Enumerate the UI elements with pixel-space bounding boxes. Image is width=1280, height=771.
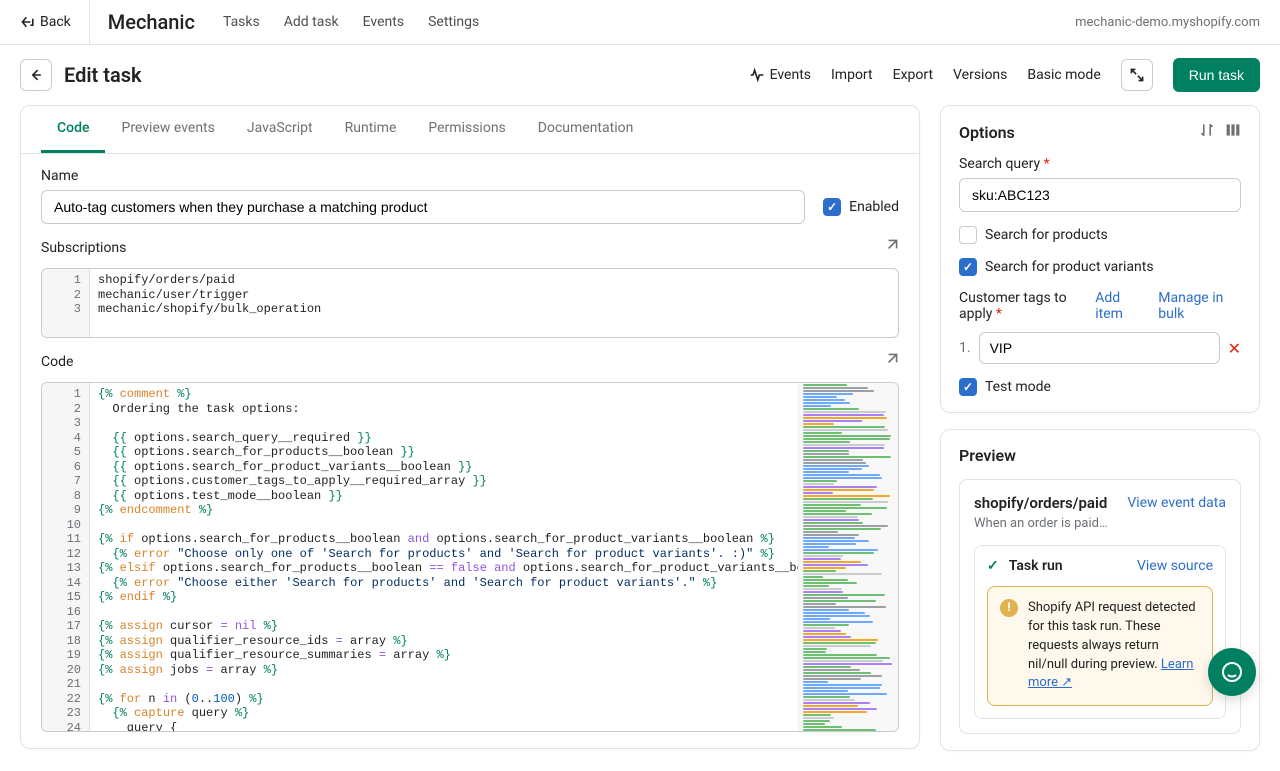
top-nav: Tasks Add task Events Settings — [223, 14, 479, 30]
chat-icon — [1220, 660, 1244, 684]
tag-num: 1. — [959, 340, 971, 356]
expand-icon — [1129, 67, 1145, 83]
tab-documentation[interactable]: Documentation — [522, 106, 650, 153]
nav-add-task[interactable]: Add task — [284, 14, 339, 30]
view-event-data-link[interactable]: View event data — [1127, 495, 1226, 511]
main-column: Code Preview events JavaScript Runtime P… — [20, 105, 920, 751]
search-query-field: Search query * — [959, 156, 1241, 212]
events-link[interactable]: Events — [749, 67, 811, 83]
task-run-label: Task run — [1009, 558, 1063, 574]
tab-preview-events[interactable]: Preview events — [105, 106, 230, 153]
test-mode-label: Test mode — [985, 379, 1051, 395]
columns-icon[interactable] — [1225, 122, 1241, 142]
brand-name: Mechanic — [108, 10, 195, 34]
events-label: Events — [770, 67, 811, 83]
header-actions: Events Import Export Versions Basic mode… — [749, 58, 1260, 92]
add-item-link[interactable]: Add item — [1095, 290, 1144, 322]
back-label: Back — [40, 14, 71, 30]
tab-javascript[interactable]: JavaScript — [231, 106, 329, 153]
code-editor[interactable]: 123456789101112131415161718192021222324 … — [41, 382, 899, 732]
subscriptions-editor[interactable]: 123 shopify/orders/paid mechanic/user/tr… — [41, 268, 899, 338]
name-label: Name — [41, 168, 899, 184]
options-title: Options — [959, 123, 1015, 142]
test-mode-checkbox-wrap[interactable]: Test mode — [959, 378, 1241, 396]
arrow-left-icon — [28, 67, 44, 83]
search-variants-checkbox-wrap[interactable]: Search for product variants — [959, 258, 1241, 276]
page-title: Edit task — [64, 63, 142, 87]
manage-bulk-link[interactable]: Manage in bulk — [1158, 290, 1241, 322]
code-body[interactable]: {% comment %} Ordering the task options:… — [90, 383, 798, 731]
layout: Code Preview events JavaScript Runtime P… — [0, 105, 1280, 771]
editor-tabs: Code Preview events JavaScript Runtime P… — [21, 106, 919, 154]
tab-runtime[interactable]: Runtime — [329, 106, 413, 153]
warning-text: Shopify API request detected for this ta… — [1028, 599, 1200, 693]
subscriptions-expand-icon[interactable] — [883, 238, 899, 258]
nav-tasks[interactable]: Tasks — [223, 14, 260, 30]
warning-icon: ! — [1000, 599, 1018, 617]
versions-link[interactable]: Versions — [953, 67, 1007, 83]
preview-event-block: shopify/orders/paid View event data When… — [959, 479, 1241, 734]
back-icon — [20, 14, 36, 30]
tab-code[interactable]: Code — [41, 106, 105, 153]
enabled-label: Enabled — [849, 199, 899, 215]
api-warning-box: ! Shopify API request detected for this … — [987, 586, 1213, 706]
subs-gutter: 123 — [42, 269, 90, 337]
search-products-label: Search for products — [985, 227, 1108, 243]
preview-title: Preview — [959, 446, 1241, 465]
code-minimap[interactable] — [798, 383, 898, 731]
basic-mode-link[interactable]: Basic mode — [1027, 67, 1100, 83]
test-mode-checkbox[interactable] — [959, 378, 977, 396]
sort-icon[interactable] — [1199, 122, 1215, 142]
name-input[interactable] — [41, 190, 805, 224]
activity-icon — [749, 67, 765, 83]
preview-card: Preview shopify/orders/paid View event d… — [940, 429, 1260, 751]
export-link[interactable]: Export — [893, 67, 933, 83]
sidebar: Options Search query * Search for produc… — [940, 105, 1260, 751]
options-card: Options Search query * Search for produc… — [940, 105, 1260, 413]
code-gutter: 123456789101112131415161718192021222324 — [42, 383, 90, 731]
check-icon: ✓ — [987, 558, 999, 574]
subscriptions-header: Subscriptions — [21, 224, 919, 262]
search-query-label: Search query * — [959, 156, 1241, 172]
preview-event-desc: When an order is paid… — [974, 516, 1226, 531]
page-header: Edit task Events Import Export Versions … — [0, 45, 1280, 105]
run-task-button[interactable]: Run task — [1173, 58, 1260, 92]
code-expand-icon[interactable] — [883, 352, 899, 372]
topbar: Back Mechanic Tasks Add task Events Sett… — [0, 0, 1280, 45]
tags-field: Customer tags to apply * Add item Manage… — [959, 290, 1241, 364]
search-query-input[interactable] — [959, 178, 1241, 212]
subscriptions-label: Subscriptions — [41, 240, 126, 256]
tag-item-1: 1. ✕ — [959, 332, 1241, 364]
chat-fab[interactable] — [1208, 648, 1256, 696]
search-products-checkbox-wrap[interactable]: Search for products — [959, 226, 1241, 244]
nav-settings[interactable]: Settings — [428, 14, 479, 30]
subs-body[interactable]: shopify/orders/paid mechanic/user/trigge… — [90, 269, 898, 337]
tab-permissions[interactable]: Permissions — [412, 106, 521, 153]
options-title-row: Options — [959, 122, 1241, 142]
search-variants-checkbox[interactable] — [959, 258, 977, 276]
back-arrow-button[interactable] — [20, 59, 52, 91]
nav-events[interactable]: Events — [363, 14, 404, 30]
enabled-checkbox-wrap[interactable]: Enabled — [823, 198, 899, 216]
expand-button[interactable] — [1121, 59, 1153, 91]
editor-card: Code Preview events JavaScript Runtime P… — [20, 105, 920, 749]
search-products-checkbox[interactable] — [959, 226, 977, 244]
back-button[interactable]: Back — [20, 0, 90, 44]
preview-event-name: shopify/orders/paid — [974, 494, 1107, 512]
enabled-checkbox[interactable] — [823, 198, 841, 216]
search-variants-label: Search for product variants — [985, 259, 1154, 275]
shop-url: mechanic-demo.myshopify.com — [1075, 15, 1260, 30]
import-link[interactable]: Import — [831, 67, 873, 83]
view-source-link[interactable]: View source — [1137, 558, 1213, 574]
delete-tag-icon[interactable]: ✕ — [1228, 339, 1241, 358]
tags-label: Customer tags to apply * — [959, 290, 1095, 322]
code-header: Code — [21, 338, 919, 376]
task-run-block: ✓ Task run View source ! Shopify API req… — [974, 545, 1226, 719]
tag-input[interactable] — [979, 332, 1220, 364]
name-field: Name Enabled — [21, 154, 919, 224]
code-label: Code — [41, 354, 73, 370]
